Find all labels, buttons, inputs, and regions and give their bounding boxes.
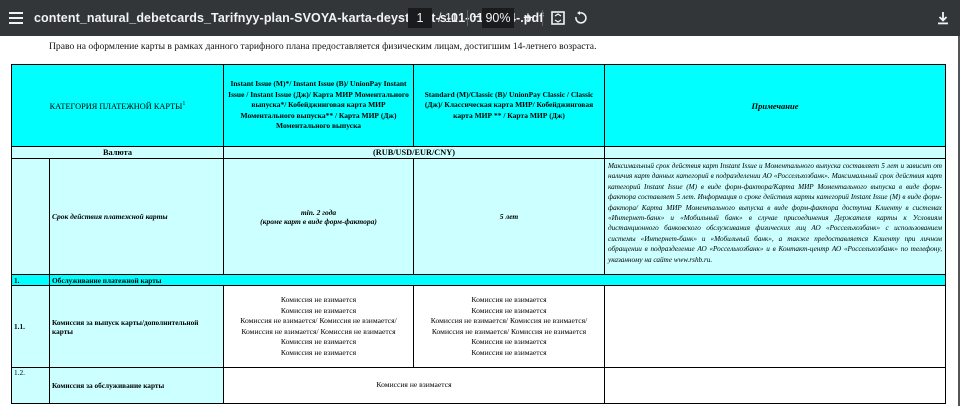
row-1-1-standard: Комиссия не взимается Комиссия не взимае… [413, 285, 605, 368]
row-1-2-value: Комиссия не взимается [223, 367, 605, 404]
header-standard: Standard (М)/Classic (В)/ UnionPay Class… [413, 64, 605, 147]
currency-label: Валюта [11, 146, 224, 159]
commission-line: Комиссия не взимается [280, 305, 357, 315]
currency-row: Валюта (RUB/USD/EUR/CNY) [11, 146, 946, 159]
header-note: Примечание [604, 64, 946, 147]
section-row: 1. Обслуживание платежной карты [11, 274, 946, 286]
row-1-1-instant: Комиссия не взимается Комиссия не взимае… [223, 285, 414, 368]
tariff-table: КАТЕГОРИЯ ПЛАТЕЖНОЙ КАРТЫ1 Instant Issue… [11, 64, 946, 404]
currency-note [604, 146, 946, 159]
row-1-2-number: 1.2. [11, 367, 50, 404]
minus-icon: − [472, 9, 482, 26]
fit-page-icon [551, 11, 565, 25]
page-total: / 11 [438, 11, 458, 25]
commission-line: Комиссия не взимается [471, 305, 547, 315]
table-header-row: КАТЕГОРИЯ ПЛАТЕЖНОЙ КАРТЫ1 Instant Issue… [11, 64, 946, 147]
row-1-1: 1.1. Комиссия за выпуск карты/дополнител… [11, 285, 946, 368]
commission-line: Комиссия не взимается/ Комиссия не взима… [240, 316, 397, 325]
validity-number [11, 158, 50, 275]
validity-instant-note: (кроме карт в виде форм-фактора) [260, 216, 377, 226]
validity-instant: тіп. 2 года (кроме карт в виде форм-факт… [223, 158, 414, 275]
validity-note: Максимальный срок действия карт Instant … [604, 158, 946, 275]
header-category: КАТЕГОРИЯ ПЛАТЕЖНОЙ КАРТЫ1 [11, 64, 224, 147]
page-number-input[interactable]: 1 [408, 8, 432, 28]
commission-line: Комиссия не взимается [280, 347, 357, 357]
menu-button[interactable] [6, 0, 26, 36]
section-number: 1. [11, 274, 50, 286]
validity-label: Срок действия платежной карты [49, 158, 224, 275]
validity-row: Срок действия платежной карты тіп. 2 год… [11, 158, 946, 275]
page-selector: 1 / 11 [408, 0, 458, 36]
footnote-mark: 1 [182, 100, 186, 107]
zoom-level-input[interactable]: 90% [482, 8, 514, 28]
row-1-2-label: Комиссия за обслуживание карты [49, 367, 224, 404]
commission-line: Комиссия не взимается [471, 347, 547, 357]
commission-line: Комиссия не взимается [471, 295, 547, 304]
validity-instant-term: тіп. 2 года [300, 207, 337, 217]
validity-standard: 5 лет [413, 158, 605, 275]
pdf-page: Право на оформление карты в рамках данно… [0, 36, 958, 406]
commission-line: Комиссия не взимается/ Комиссия не взима… [431, 326, 587, 336]
download-icon [938, 12, 948, 25]
row-1-1-note [604, 285, 946, 368]
menu-icon [9, 12, 23, 24]
row-1-2: 1.2. Комиссия за обслуживание карты Коми… [11, 367, 946, 404]
commission-line: Комиссия не взимается/ Комиссия не взима… [430, 316, 588, 325]
row-1-2-note [604, 367, 946, 404]
toolbar-divider [467, 10, 468, 26]
rotate-button[interactable] [573, 0, 587, 36]
commission-line: Комиссия не взимается [280, 337, 357, 346]
commission-line: Комиссия не взимается [280, 295, 357, 304]
pdf-toolbar: content_natural_debetcards_Tarifnyy-plan… [0, 0, 960, 36]
rotate-icon [575, 11, 587, 24]
currency-value: (RUB/USD/EUR/CNY) [223, 146, 605, 159]
download-button[interactable] [936, 0, 950, 36]
commission-line: Комиссия не взимается/ Комиссия не взима… [241, 326, 396, 336]
intro-text: Право на оформление карты в рамках данно… [49, 41, 597, 52]
fit-to-page-button[interactable] [551, 0, 565, 36]
zoom-in-button[interactable]: + [520, 0, 536, 36]
toolbar-divider [542, 10, 543, 26]
row-1-1-number: 1.1. [11, 285, 50, 368]
section-title: Обслуживание платежной карты [49, 274, 946, 286]
commission-line: Комиссия не взимается [471, 337, 547, 346]
plus-icon: + [523, 8, 533, 27]
row-1-1-label: Комиссия за выпуск карты/дополнительной … [49, 285, 224, 368]
header-instant-issue: Instant Issue (М)*/ Instant Issue (В)/ U… [223, 64, 414, 147]
